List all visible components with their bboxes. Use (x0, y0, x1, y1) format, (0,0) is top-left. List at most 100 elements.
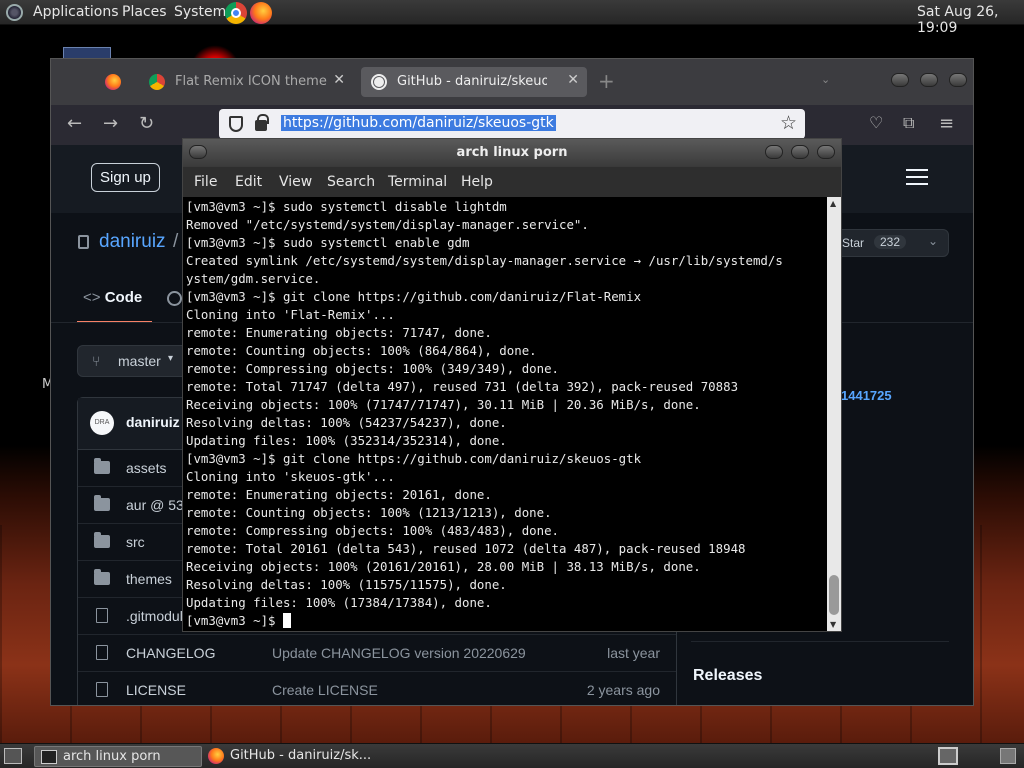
terminal-line: [vm3@vm3 ~]$ sudo systemctl enable gdm (186, 235, 470, 250)
tab-bar: Flat Remix ICON theme ✕ GitHub - danirui… (51, 59, 973, 105)
workspace-switcher[interactable] (938, 747, 958, 765)
menu-file[interactable]: File (194, 174, 217, 190)
window-menu-button[interactable] (189, 145, 207, 159)
menu-view[interactable]: View (279, 174, 312, 190)
commit-message[interactable]: Create LICENSE (272, 682, 378, 698)
terminal-line: remote: Compressing objects: 100% (349/3… (186, 361, 559, 376)
tab-github[interactable]: GitHub - daniruiz/skeuos-gtk ✕ (361, 67, 587, 97)
repo-owner-link[interactable]: daniruiz (99, 231, 166, 253)
menu-help[interactable]: Help (461, 174, 493, 190)
file-name[interactable]: LICENSE (126, 682, 186, 698)
terminal-line: [vm3@vm3 ~]$ git clone https://github.co… (186, 451, 642, 466)
pocket-icon[interactable]: ♡ (869, 113, 883, 132)
file-name[interactable]: aur @ 53 (126, 497, 184, 513)
file-name[interactable]: src (126, 534, 145, 550)
file-name[interactable]: assets (126, 460, 166, 476)
tab-list-chevron-icon[interactable]: ⌄ (821, 73, 830, 86)
issues-icon[interactable] (167, 291, 182, 306)
menu-search[interactable]: Search (327, 174, 375, 190)
trash-icon[interactable] (1000, 748, 1016, 764)
menu-edit[interactable]: Edit (235, 174, 262, 190)
url-text[interactable]: https://github.com/daniruiz/skeuos-gtk (281, 115, 556, 131)
scrollbar[interactable]: ▲ ▼ (827, 197, 841, 631)
folder-icon (94, 458, 110, 474)
shield-icon[interactable] (229, 116, 243, 132)
reload-icon[interactable]: ↻ (139, 113, 154, 134)
terminal-line: remote: Enumerating objects: 20161, done… (186, 487, 492, 502)
submodule-folder-icon (94, 495, 110, 511)
star-label: Star (842, 236, 865, 250)
branch-selector[interactable]: ⑂ master ▾ (77, 345, 189, 377)
branch-icon: ⑂ (92, 353, 101, 369)
tab-flat-remix[interactable]: Flat Remix ICON theme ✕ (139, 67, 353, 97)
applications-menu[interactable]: Applications (33, 4, 119, 20)
tab-code-label: Code (104, 289, 143, 306)
terminal-line: remote: Total 20161 (delta 543), reused … (186, 541, 746, 556)
code-icon: <> (83, 289, 101, 306)
terminal-line: remote: Counting objects: 100% (1213/121… (186, 505, 552, 520)
list-item[interactable]: LICENSE Create LICENSE 2 years ago (78, 672, 676, 705)
sign-up-button[interactable]: Sign up (91, 163, 160, 192)
back-arrow-icon[interactable]: ← (67, 113, 82, 134)
repo-path-separator: / (173, 231, 179, 252)
star-button[interactable]: Star 232 ⌄ (831, 229, 949, 257)
minimize-button[interactable] (891, 73, 909, 87)
commit-message[interactable]: Update CHANGELOG version 20220629 (272, 645, 526, 661)
hamburger-menu-icon[interactable] (906, 169, 928, 185)
new-tab-button[interactable]: + (598, 69, 615, 93)
github-icon (371, 74, 387, 90)
maximize-button[interactable] (920, 73, 938, 87)
close-window-button[interactable] (949, 73, 967, 87)
minimize-button[interactable] (765, 145, 783, 159)
releases-heading[interactable]: Releases (693, 667, 762, 685)
bookmark-star-icon[interactable]: ☆ (780, 112, 797, 134)
clock[interactable]: Sat Aug 26, 19:09 (917, 4, 1024, 36)
terminal-line: Receiving objects: 100% (20161/20161), 2… (186, 559, 701, 574)
lock-icon[interactable] (255, 114, 269, 131)
sidebar-link[interactable]: 1441725 (841, 388, 892, 403)
terminal-window: arch linux porn File Edit View Search Te… (182, 138, 842, 632)
star-count: 232 (874, 235, 907, 249)
tab-code[interactable]: <> Code (83, 289, 142, 306)
terminal-line: Receiving objects: 100% (71747/71747), 3… (186, 397, 701, 412)
chromium-launcher-icon[interactable] (225, 2, 247, 24)
close-icon[interactable]: ✕ (567, 72, 579, 88)
forward-arrow-icon[interactable]: → (103, 113, 118, 134)
places-menu[interactable]: Places (122, 4, 167, 20)
close-icon[interactable]: ✕ (333, 72, 345, 88)
terminal-line: remote: Counting objects: 100% (864/864)… (186, 343, 537, 358)
terminal-title: arch linux porn (456, 145, 568, 160)
terminal-line: Updating files: 100% (17384/17384), done… (186, 595, 492, 610)
scroll-down-arrow-icon[interactable]: ▼ (830, 620, 836, 629)
show-desktop-icon[interactable] (4, 748, 22, 764)
extensions-icon[interactable]: ⧉ (903, 113, 914, 133)
close-window-button[interactable] (817, 145, 835, 159)
scroll-up-arrow-icon[interactable]: ▲ (830, 199, 836, 208)
taskbar-item-terminal[interactable]: arch linux porn (34, 746, 202, 767)
maximize-button[interactable] (791, 145, 809, 159)
file-icon (96, 682, 108, 697)
repo-icon (78, 235, 89, 249)
system-menu[interactable]: System (174, 4, 226, 20)
folder-icon (94, 532, 110, 548)
file-name[interactable]: themes (126, 571, 172, 587)
caret-down-icon: ▾ (168, 353, 174, 364)
terminal-line: Created symlink /etc/systemd/system/disp… (186, 253, 783, 268)
chevron-down-icon[interactable]: ⌄ (928, 234, 938, 248)
tab-firefox[interactable] (95, 67, 135, 97)
menu-icon[interactable]: ≡ (939, 113, 954, 134)
file-name[interactable]: CHANGELOG (126, 645, 215, 661)
terminal-line: remote: Compressing objects: 100% (483/4… (186, 523, 559, 538)
menu-terminal[interactable]: Terminal (388, 174, 447, 190)
list-item[interactable]: CHANGELOG Update CHANGELOG version 20220… (78, 635, 676, 672)
firefox-launcher-icon[interactable] (250, 2, 272, 24)
arch-logo-icon[interactable] (6, 4, 23, 21)
commit-author[interactable]: daniruiz (126, 414, 180, 430)
url-bar[interactable]: https://github.com/daniruiz/skeuos-gtk ☆ (219, 109, 805, 139)
file-name[interactable]: .gitmodul (126, 608, 183, 624)
scrollbar-thumb[interactable] (829, 575, 839, 615)
terminal-output[interactable]: [vm3@vm3 ~]$ sudo systemctl disable ligh… (183, 197, 827, 631)
avatar[interactable]: DRA (90, 411, 114, 435)
window-title[interactable]: arch linux porn (183, 139, 841, 167)
taskbar-item-browser[interactable]: GitHub - daniruiz/sk... (202, 746, 392, 767)
